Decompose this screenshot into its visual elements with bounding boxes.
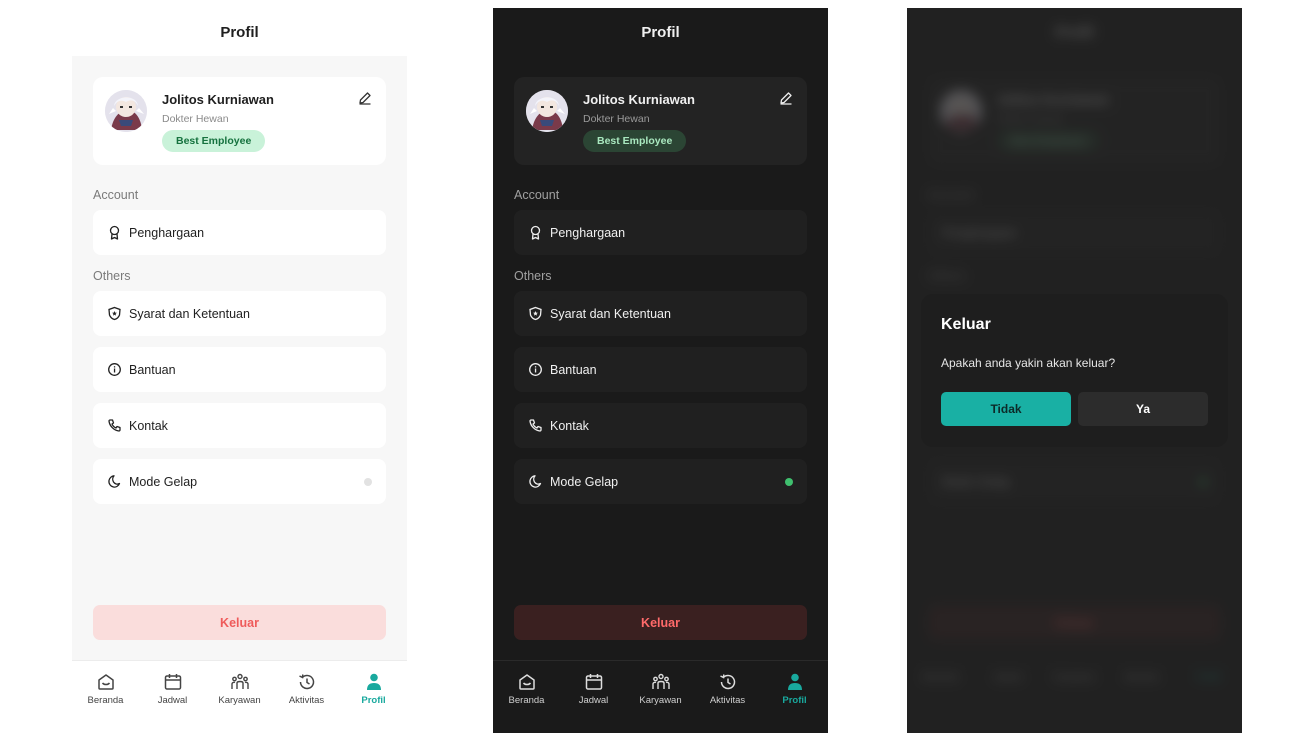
profile-screen-dark: Profil Jolitos Kurniawan Dokter Hewan Be… — [493, 8, 828, 733]
award-icon — [530, 225, 541, 240]
nav-item-profil[interactable]: Profil — [340, 661, 407, 733]
menu-item-syarat[interactable]: Syarat dan Ketentuan — [514, 291, 807, 336]
profile-role: Dokter Hewan — [162, 113, 229, 125]
menu-item-label: Bantuan — [129, 362, 176, 377]
menu-item-mode-gelap[interactable]: Mode Gelap — [514, 459, 807, 504]
phone-icon — [529, 419, 542, 432]
nav-item-karyawan[interactable]: Karyawan — [627, 661, 694, 733]
phone-icon — [108, 419, 121, 432]
award-icon — [109, 225, 120, 240]
user-icon — [366, 673, 381, 690]
section-account-label: Account — [514, 188, 560, 202]
shield-star-icon — [108, 306, 121, 321]
moon-icon — [529, 475, 542, 488]
nav-label: Profil — [361, 695, 386, 706]
edit-icon[interactable] — [779, 91, 793, 105]
people-icon — [230, 673, 249, 689]
nav-item-beranda[interactable]: Beranda — [493, 661, 560, 733]
nav-item-jadwal[interactable]: Jadwal — [139, 661, 206, 733]
menu-item-syarat[interactable]: Syarat dan Ketentuan — [93, 291, 386, 336]
nav-item-profil[interactable]: Profil — [761, 661, 828, 733]
home-icon — [97, 674, 114, 690]
menu-item-label: Syarat dan Ketentuan — [129, 306, 250, 321]
profile-name: Jolitos Kurniawan — [162, 92, 274, 107]
nav-item-aktivitas[interactable]: Aktivitas — [273, 661, 340, 733]
nav-label: Karyawan — [639, 695, 682, 706]
screen-stage: Profil Jolitos Kurniawan Dokter Hewan Be… — [0, 0, 1314, 740]
nav-label: Beranda — [87, 695, 124, 706]
menu-item-kontak[interactable]: Kontak — [514, 403, 807, 448]
calendar-icon — [164, 674, 181, 690]
edit-icon[interactable] — [358, 91, 372, 105]
calendar-icon — [585, 674, 602, 690]
dark-mode-toggle[interactable] — [364, 478, 372, 486]
status-badge: Best Employee — [583, 130, 687, 152]
nav-label: Karyawan — [218, 695, 261, 706]
nav-label: Profil — [782, 695, 807, 706]
menu-item-label: Kontak — [550, 418, 589, 433]
nav-item-aktivitas[interactable]: Aktivitas — [694, 661, 761, 733]
dialog-title: Keluar — [941, 316, 991, 333]
logout-button[interactable]: Keluar — [93, 605, 386, 640]
menu-item-bantuan[interactable]: Bantuan — [93, 347, 386, 392]
dark-mode-toggle[interactable] — [785, 478, 793, 486]
nav-label: Jadwal — [578, 695, 609, 706]
user-icon — [787, 673, 802, 690]
menu-item-bantuan[interactable]: Bantuan — [514, 347, 807, 392]
logout-dialog: Keluar Apakah anda yakin akan keluar? Ti… — [921, 294, 1228, 447]
section-others-label: Others — [93, 269, 131, 283]
cancel-button[interactable]: Tidak — [941, 392, 1071, 426]
menu-item-penghargaan[interactable]: Penghargaan — [514, 210, 807, 255]
nav-label: Aktivitas — [709, 695, 746, 706]
status-badge: Best Employee — [162, 130, 266, 152]
nav-label: Jadwal — [157, 695, 188, 706]
profile-role: Dokter Hewan — [583, 113, 650, 125]
menu-item-mode-gelap[interactable]: Mode Gelap — [93, 459, 386, 504]
nav-label: Aktivitas — [288, 695, 325, 706]
nav-item-jadwal[interactable]: Jadwal — [560, 661, 627, 733]
menu-item-label: Kontak — [129, 418, 168, 433]
profile-name: Jolitos Kurniawan — [583, 92, 695, 107]
avatar — [105, 90, 147, 132]
bottom-nav: Beranda Jadwal Karyawan Aktivitas Profil — [72, 660, 407, 733]
info-icon — [108, 363, 121, 376]
page-title: Profil — [72, 8, 407, 56]
nav-item-karyawan[interactable]: Karyawan — [206, 661, 273, 733]
confirm-button[interactable]: Ya — [1078, 392, 1208, 426]
home-icon — [518, 674, 535, 690]
nav-label: Beranda — [508, 695, 545, 706]
menu-item-kontak[interactable]: Kontak — [93, 403, 386, 448]
section-account-label: Account — [93, 188, 139, 202]
bottom-nav: Beranda Jadwal Karyawan Aktivitas Profil — [493, 660, 828, 733]
menu-item-label: Mode Gelap — [550, 474, 619, 489]
profile-card: Jolitos Kurniawan Dokter Hewan Best Empl… — [93, 77, 386, 165]
logout-button[interactable]: Keluar — [514, 605, 807, 640]
dialog-message: Apakah anda yakin akan keluar? — [941, 356, 1116, 370]
menu-item-label: Bantuan — [550, 362, 597, 377]
history-icon — [298, 674, 314, 690]
shield-star-icon — [529, 306, 542, 321]
profile-card: Jolitos Kurniawan Dokter Hewan Best Empl… — [514, 77, 807, 165]
menu-item-label: Syarat dan Ketentuan — [550, 306, 671, 321]
nav-item-beranda[interactable]: Beranda — [72, 661, 139, 733]
section-others-label: Others — [514, 269, 552, 283]
info-icon — [529, 363, 542, 376]
menu-item-penghargaan[interactable]: Penghargaan — [93, 210, 386, 255]
menu-item-label: Penghargaan — [129, 225, 205, 240]
page-title: Profil — [493, 8, 828, 56]
menu-item-label: Penghargaan — [550, 225, 626, 240]
moon-icon — [108, 475, 121, 488]
people-icon — [651, 673, 670, 689]
menu-item-label: Mode Gelap — [129, 474, 198, 489]
history-icon — [719, 674, 735, 690]
avatar — [526, 90, 568, 132]
profile-screen-logout-dialog: Profil Jolitos Kurniawan Dokter Hewan Be… — [907, 8, 1242, 733]
profile-screen-light: Profil Jolitos Kurniawan Dokter Hewan Be… — [72, 8, 407, 733]
